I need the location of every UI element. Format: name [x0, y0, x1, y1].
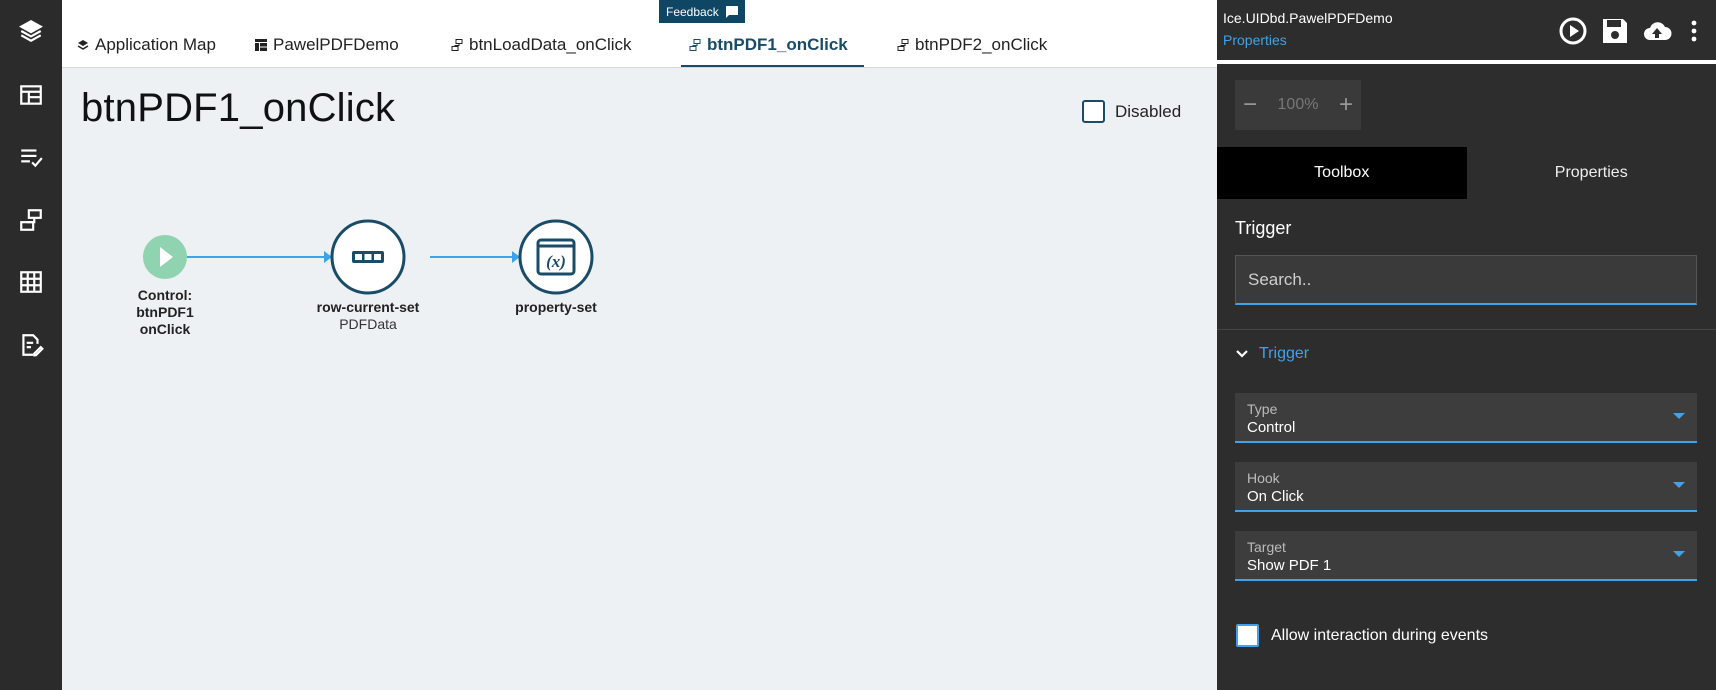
feedback-label: Feedback — [666, 4, 719, 19]
allow-interaction-label: Allow interaction during events — [1271, 626, 1489, 644]
tab-toolbox[interactable]: Toolbox — [1217, 147, 1467, 199]
tab-label: btnLoadData_onClick — [469, 35, 632, 54]
property-set-node[interactable]: (x) — [518, 219, 594, 295]
zoom-out-button[interactable]: − — [1243, 91, 1257, 119]
rail-edit-doc-button[interactable] — [0, 320, 62, 370]
node-line: Control: — [137, 287, 193, 303]
field-label: Hook — [1247, 470, 1280, 486]
panel-header: Ice.UIDbd.PawelPDFDemo Properties — [1217, 0, 1716, 64]
node-sub: PDFData — [339, 316, 397, 332]
type-select[interactable]: Type Control — [1235, 393, 1697, 443]
rail-table-button[interactable] — [0, 257, 62, 307]
tab-btnpdf1-onclick[interactable]: btnPDF1_onClick — [681, 24, 864, 67]
more-menu-button[interactable] — [1682, 14, 1706, 48]
rail-layout-button[interactable] — [0, 70, 62, 120]
tab-label: Application Map — [95, 35, 216, 54]
row-current-set-node[interactable] — [330, 219, 406, 295]
properties-link[interactable]: Properties — [1223, 32, 1287, 48]
field-value: Control — [1247, 419, 1296, 436]
trigger-accordion-header[interactable]: Trigger — [1235, 345, 1309, 363]
layers-icon — [19, 20, 43, 42]
field-value: On Click — [1247, 488, 1304, 505]
more-vert-icon — [1691, 20, 1697, 42]
tab-btnpdf2-onclick[interactable]: btnPDF2_onClick — [897, 24, 1047, 67]
right-panel: Ice.UIDbd.PawelPDFDemo Properties − 100%… — [1217, 0, 1716, 690]
section-title: Trigger — [1235, 218, 1292, 238]
run-button[interactable] — [1556, 14, 1590, 48]
tab-label: btnPDF1_onClick — [707, 35, 848, 54]
dropdown-arrow-icon — [1673, 413, 1685, 419]
flow-icon — [20, 209, 42, 231]
accordion-title: Trigger — [1259, 345, 1310, 362]
row-current-set-label: row-current-set PDFData — [308, 299, 428, 333]
rail-checklist-button[interactable] — [0, 132, 62, 182]
edit-doc-icon — [22, 334, 44, 357]
node-line: row-current-set — [316, 299, 420, 315]
feedback-button[interactable]: Feedback — [659, 0, 745, 23]
dropdown-arrow-icon — [1673, 482, 1685, 488]
panel-tabs: Toolbox Properties — [1217, 147, 1716, 199]
left-rail — [0, 0, 62, 690]
zoom-level: 100% — [1277, 96, 1319, 113]
trigger-node[interactable] — [143, 235, 187, 279]
hook-select[interactable]: Hook On Click — [1235, 462, 1697, 512]
tab-btnloaddata-onclick[interactable]: btnLoadData_onClick — [451, 24, 632, 67]
flow-icon — [451, 39, 463, 51]
app-name: Ice.UIDbd.PawelPDFDemo — [1223, 10, 1393, 26]
chat-icon — [725, 5, 738, 18]
tab-bar: Application Map PawelPDFDemo btnLoadData… — [62, 0, 1217, 68]
layout-icon — [255, 39, 267, 51]
chevron-down-icon — [1236, 350, 1248, 358]
zoom-in-button[interactable]: + — [1339, 91, 1353, 119]
tab-label: btnPDF2_onClick — [915, 35, 1048, 54]
search-input[interactable] — [1235, 255, 1697, 305]
property-set-label: property-set — [496, 299, 616, 316]
dropdown-arrow-icon — [1673, 551, 1685, 557]
tab-application-map[interactable]: Application Map — [77, 24, 216, 67]
flow-icon — [897, 39, 909, 51]
node-line: btnPDF1 — [136, 304, 194, 320]
checklist-icon — [21, 149, 43, 168]
save-icon — [1603, 19, 1627, 43]
allow-interaction-checkbox[interactable] — [1236, 624, 1259, 647]
flow-diagram: (x) — [143, 219, 594, 295]
tab-pawelpdfdemo[interactable]: PawelPDFDemo — [255, 24, 399, 67]
cloud-upload-icon — [1644, 22, 1672, 40]
field-label: Target — [1247, 539, 1286, 555]
layers-icon — [77, 40, 89, 50]
node-line: onClick — [139, 321, 191, 337]
tab-label: PawelPDFDemo — [273, 35, 399, 54]
node-line: property-set — [515, 299, 597, 315]
target-select[interactable]: Target Show PDF 1 — [1235, 531, 1697, 581]
allow-interaction-toggle[interactable]: Allow interaction during events — [1236, 624, 1488, 647]
flow-canvas[interactable]: btnPDF1_onClick Disabled (x) Control: bt… — [62, 68, 1217, 690]
zoom-control: − 100% + — [1235, 80, 1361, 130]
rail-layers-button[interactable] — [0, 6, 62, 56]
save-button[interactable] — [1598, 14, 1632, 48]
svg-text:(x): (x) — [546, 252, 566, 271]
flow-icon — [689, 39, 701, 51]
table-icon — [20, 271, 42, 293]
tab-properties[interactable]: Properties — [1467, 147, 1716, 199]
field-value: Show PDF 1 — [1247, 557, 1332, 574]
trigger-node-label: Control: btnPDF1 onClick — [125, 287, 205, 338]
layout-icon — [20, 85, 42, 105]
field-label: Type — [1247, 401, 1278, 417]
play-circle-icon — [1559, 17, 1587, 45]
upload-button[interactable] — [1640, 14, 1674, 48]
rail-flow-button[interactable] — [0, 195, 62, 245]
divider — [1217, 329, 1716, 330]
